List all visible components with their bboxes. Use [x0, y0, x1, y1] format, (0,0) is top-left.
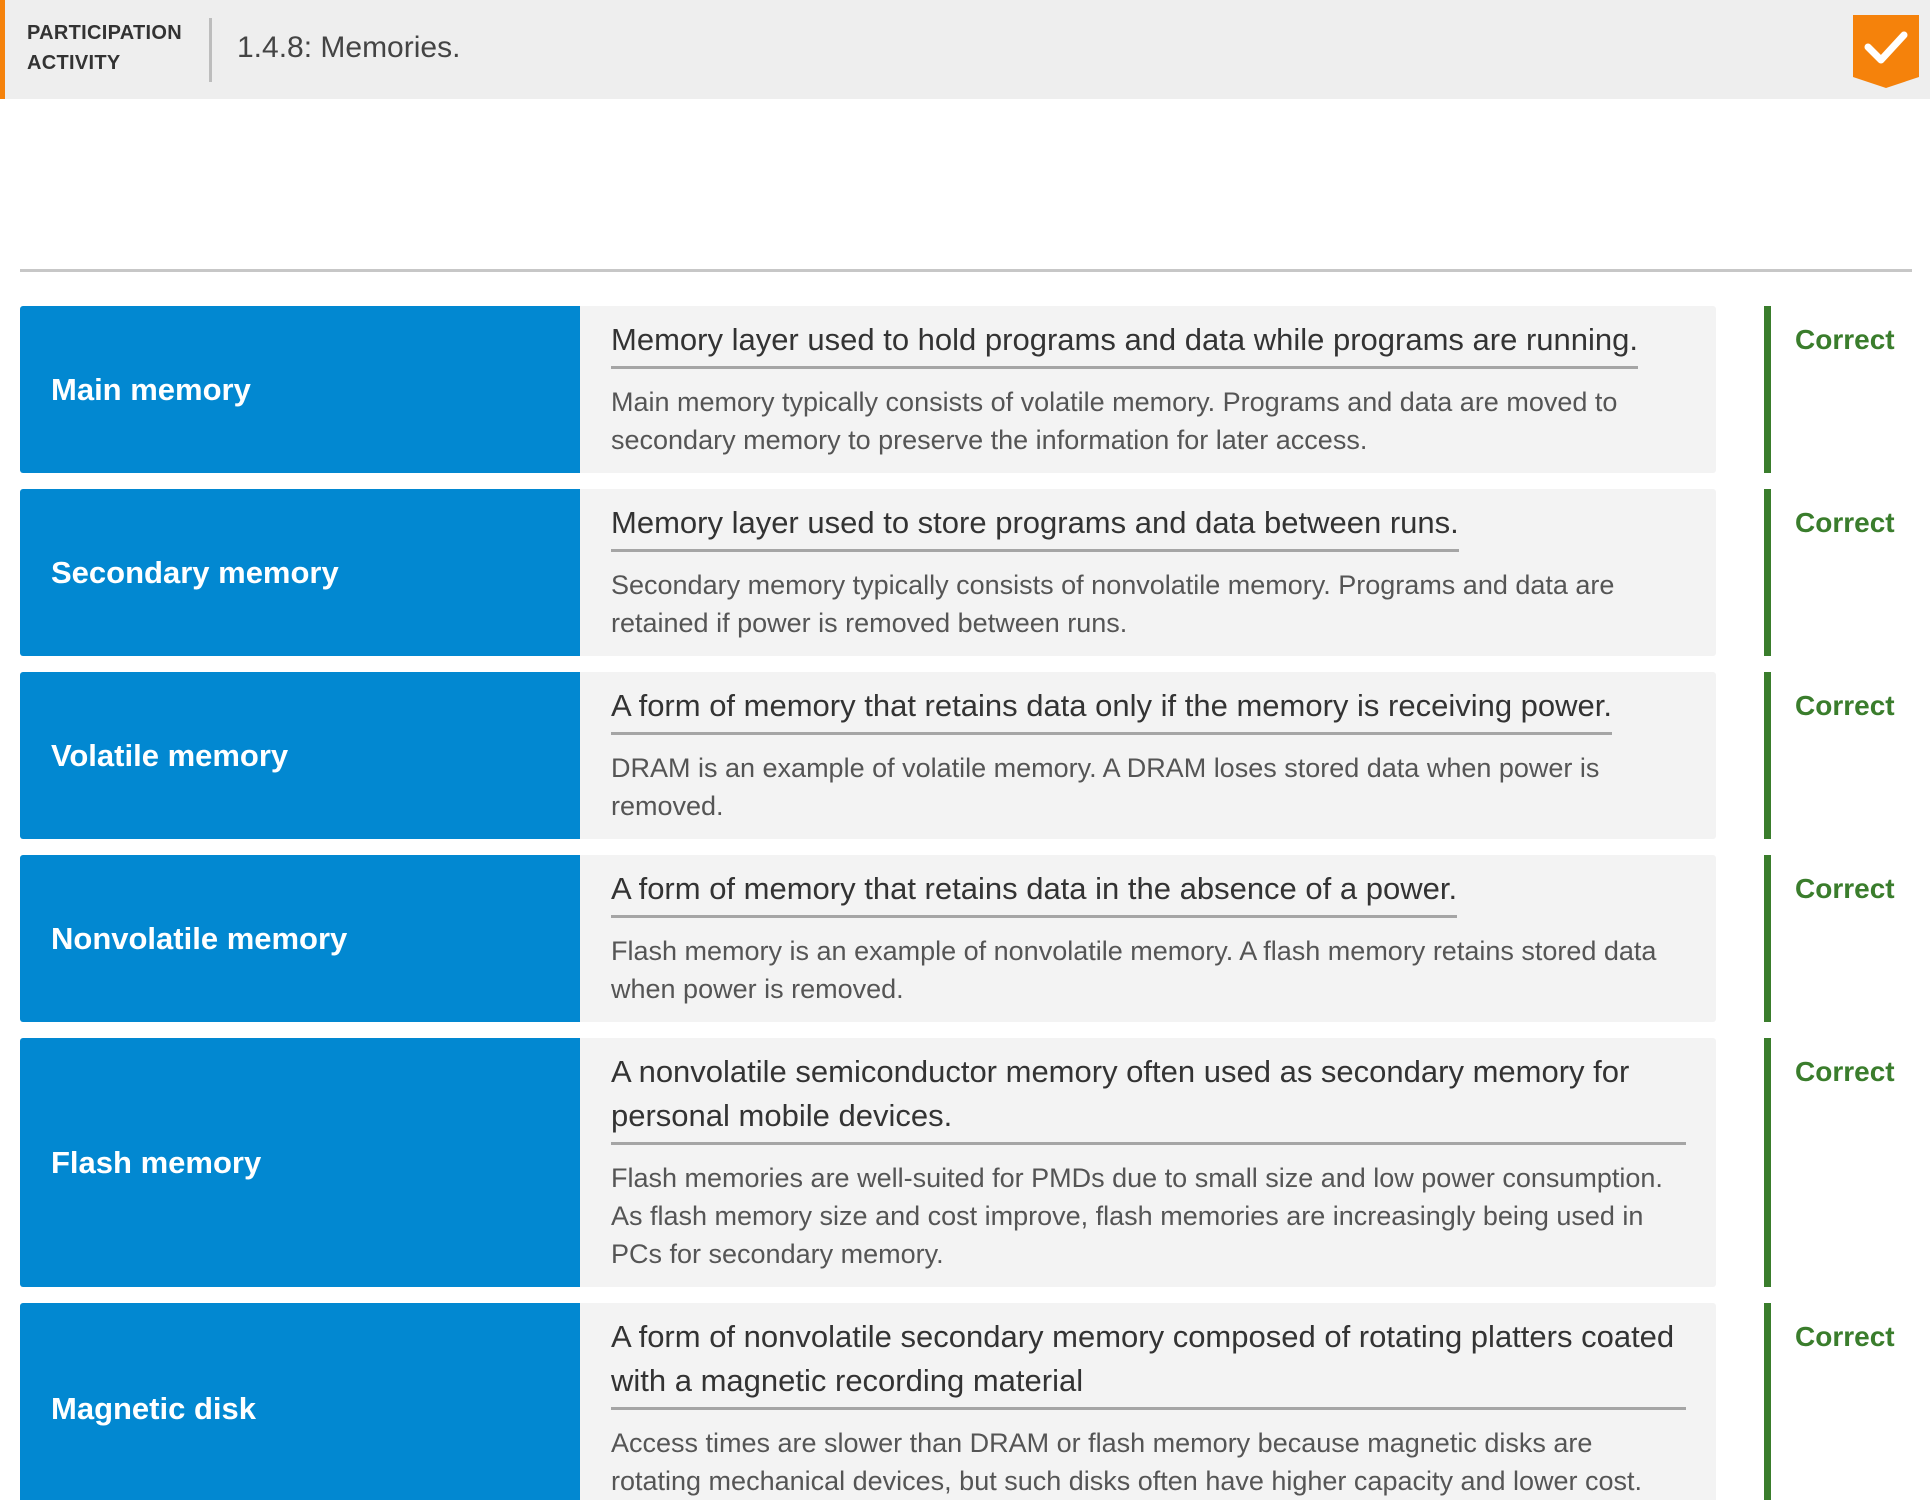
- term-main-memory[interactable]: Main memory: [20, 306, 580, 473]
- match-row: Secondary memory Memory layer used to st…: [20, 489, 1920, 656]
- definition-box: Memory layer used to store programs and …: [580, 489, 1716, 656]
- definition-text: Memory layer used to hold programs and d…: [611, 318, 1638, 369]
- activity-header: PARTICIPATION ACTIVITY 1.4.8: Memories.: [0, 0, 1930, 99]
- definition-box: A form of memory that retains data only …: [580, 672, 1716, 839]
- definition-text: Memory layer used to store programs and …: [611, 501, 1459, 552]
- definition-box: A nonvolatile semiconductor memory often…: [580, 1038, 1716, 1287]
- definition-box: Memory layer used to hold programs and d…: [580, 306, 1716, 473]
- term-nonvolatile-memory[interactable]: Nonvolatile memory: [20, 855, 580, 1022]
- explanation-text: DRAM is an example of volatile memory. A…: [611, 753, 1600, 821]
- header-accent-bar: [0, 0, 5, 99]
- explanation-text: Access times are slower than DRAM or fla…: [611, 1428, 1643, 1496]
- feedback-correct-label: Correct: [1795, 1056, 1895, 1087]
- definition-text: A form of nonvolatile secondary memory c…: [611, 1315, 1686, 1410]
- feedback: Correct: [1764, 306, 1895, 473]
- feedback-correct-label: Correct: [1795, 690, 1895, 721]
- activity-type-label: PARTICIPATION ACTIVITY: [27, 18, 197, 78]
- definition-box: A form of nonvolatile secondary memory c…: [580, 1303, 1716, 1500]
- definition-text: A nonvolatile semiconductor memory often…: [611, 1050, 1686, 1145]
- feedback: Correct: [1764, 489, 1895, 656]
- definition-box: A form of memory that retains data in th…: [580, 855, 1716, 1022]
- feedback-correct-label: Correct: [1795, 873, 1895, 904]
- term-secondary-memory[interactable]: Secondary memory: [20, 489, 580, 656]
- page: PARTICIPATION ACTIVITY 1.4.8: Memories. …: [0, 0, 1930, 1500]
- header-divider: [209, 18, 212, 82]
- term-magnetic-disk[interactable]: Magnetic disk: [20, 1303, 580, 1500]
- feedback-correct-label: Correct: [1795, 324, 1895, 355]
- explanation-text: Flash memory is an example of nonvolatil…: [611, 936, 1657, 1004]
- term-flash-memory[interactable]: Flash memory: [20, 1038, 580, 1287]
- match-row: Main memory Memory layer used to hold pr…: [20, 306, 1920, 473]
- explanation-text: Flash memories are well-suited for PMDs …: [611, 1163, 1663, 1269]
- feedback: Correct: [1764, 1303, 1895, 1500]
- definition-text: A form of memory that retains data in th…: [611, 867, 1458, 918]
- content-divider: [20, 269, 1912, 272]
- match-row: Nonvolatile memory A form of memory that…: [20, 855, 1920, 1022]
- definition-text: A form of memory that retains data only …: [611, 684, 1613, 735]
- explanation-text: Secondary memory typically consists of n…: [611, 570, 1615, 638]
- term-volatile-memory[interactable]: Volatile memory: [20, 672, 580, 839]
- match-row: Flash memory A nonvolatile semiconductor…: [20, 1038, 1920, 1287]
- feedback-correct-label: Correct: [1795, 1321, 1895, 1352]
- checkmark-icon: [1853, 15, 1919, 88]
- explanation-text: Main memory typically consists of volati…: [611, 387, 1618, 455]
- activity-type-line-2: ACTIVITY: [27, 52, 121, 74]
- activity-type-line-1: PARTICIPATION: [27, 22, 183, 44]
- matching-rows: Main memory Memory layer used to hold pr…: [20, 306, 1920, 1500]
- match-row: Volatile memory A form of memory that re…: [20, 672, 1920, 839]
- completion-badge: [1853, 15, 1919, 88]
- activity-title: 1.4.8: Memories.: [237, 31, 461, 64]
- match-row: Magnetic disk A form of nonvolatile seco…: [20, 1303, 1920, 1500]
- feedback: Correct: [1764, 672, 1895, 839]
- feedback-correct-label: Correct: [1795, 507, 1895, 538]
- feedback: Correct: [1764, 1038, 1895, 1287]
- feedback: Correct: [1764, 855, 1895, 1022]
